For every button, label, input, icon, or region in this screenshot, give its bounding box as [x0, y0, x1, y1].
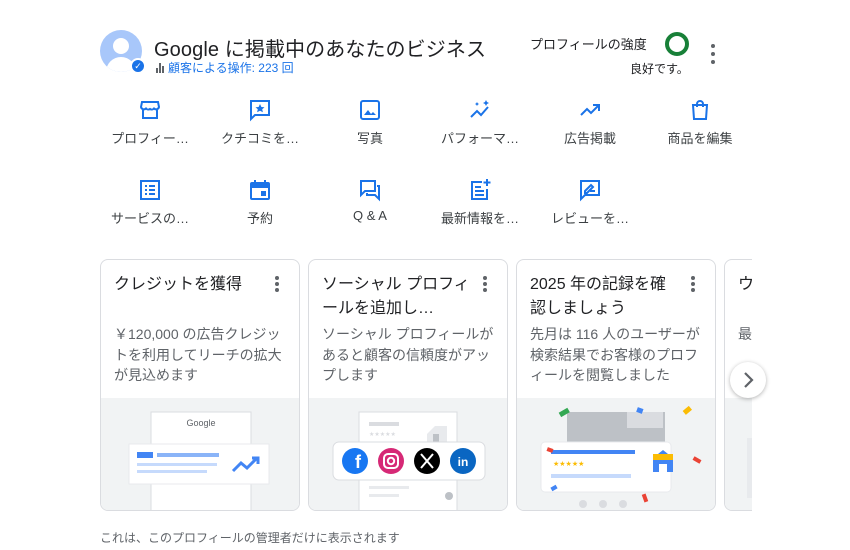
- action-reviews[interactable]: クチコミを…: [210, 94, 310, 154]
- card-year-review[interactable]: 2025 年の記録を確認しましょう 先月は 116 人のユーザーが検索結果でお客…: [516, 259, 716, 511]
- admin-visibility-note: これは、このプロフィールの管理者だけに表示されます: [100, 531, 400, 545]
- profile-strength-status: 良好です。: [630, 62, 689, 76]
- action-add-update[interactable]: 最新情報を…: [430, 174, 530, 234]
- shopping-bag-icon: [691, 100, 709, 120]
- business-header: ✓ Google に掲載中のあなたのビジネス 顧客による操作: 223 回 プロ…: [100, 30, 740, 80]
- action-label: 最新情報を…: [440, 211, 519, 226]
- action-ads[interactable]: 広告掲載: [540, 94, 640, 154]
- suggestion-cards-carousel: クレジットを獲得 ￥120,000 の広告クレジットを利用してリーチの拡大が見込…: [100, 259, 752, 511]
- card-title: 2025 年の記録を確認しましょう: [530, 276, 667, 317]
- services-list-icon: [140, 180, 160, 200]
- action-label: レビューを…: [550, 211, 629, 226]
- action-label: プロフィー…: [111, 131, 189, 146]
- card-title: ソーシャル プロフィールを追加し…: [322, 276, 470, 317]
- calendar-icon: [250, 180, 270, 200]
- customer-interactions-text[interactable]: 顧客による操作: 223 回: [168, 59, 294, 76]
- qa-chat-icon: [360, 180, 380, 202]
- card-body: ソーシャル プロフィールがあると顧客の信頼度がアップします: [322, 326, 494, 383]
- x-twitter-icon: [414, 448, 440, 474]
- action-label: Q & A: [353, 208, 387, 223]
- illustration-google-text: Google: [186, 418, 215, 428]
- action-label: 写真: [356, 131, 383, 146]
- action-label: 広告掲載: [563, 131, 616, 146]
- year-recap-illustration: ★★★★★: [517, 398, 715, 510]
- profile-strength-ring-icon[interactable]: [665, 32, 689, 56]
- action-photos[interactable]: 写真: [320, 94, 420, 154]
- action-qa[interactable]: Q & A: [320, 174, 420, 234]
- customer-interactions-link[interactable]: 顧客による操作: 223 回: [156, 59, 294, 76]
- card-title: クレジットを獲得: [114, 276, 243, 293]
- performance-sparkle-icon: [470, 100, 489, 118]
- svg-text:in: in: [458, 455, 469, 469]
- action-profile[interactable]: プロフィー…: [100, 94, 200, 154]
- card-more-button[interactable]: [483, 276, 487, 292]
- page-title: Google に掲載中のあなたのビジネス: [154, 39, 487, 61]
- action-label: 商品を編集: [667, 131, 733, 146]
- photo-icon: [360, 100, 380, 120]
- instagram-icon: [378, 448, 404, 474]
- action-bookings[interactable]: 予約: [210, 174, 310, 234]
- card-more-button[interactable]: [275, 276, 279, 292]
- profile-strength-label: プロフィールの強度: [530, 37, 647, 52]
- storefront-icon: [139, 101, 161, 119]
- verified-check-icon: ✓: [130, 58, 146, 74]
- carousel-next-button[interactable]: [730, 362, 766, 398]
- action-services[interactable]: サービスの…: [100, 174, 200, 234]
- more-options-button[interactable]: [705, 44, 721, 64]
- action-ask-reviews[interactable]: レビューを…: [540, 174, 640, 234]
- card-title: ウ図: [738, 273, 752, 297]
- review-star-icon: [250, 100, 270, 122]
- action-performance[interactable]: パフォーマ…: [430, 94, 530, 154]
- svg-text:f: f: [355, 452, 362, 472]
- card-earn-credit[interactable]: クレジットを獲得 ￥120,000 の広告クレジットを利用してリーチの拡大が見込…: [100, 259, 300, 511]
- trending-up-icon: [580, 104, 600, 116]
- card-add-social[interactable]: ソーシャル プロフィールを追加し… ソーシャル プロフィールがあると顧客の信頼度…: [308, 259, 508, 511]
- card-body: ￥120,000 の広告クレジットを利用してリーチの拡大が見込めます: [114, 326, 282, 383]
- card-body: 最ら: [738, 326, 752, 342]
- facebook-icon: f: [342, 448, 368, 474]
- card-more-button[interactable]: [691, 276, 695, 292]
- action-label: サービスの…: [110, 211, 189, 226]
- social-profiles-illustration: ★★★★★ f in: [309, 398, 507, 510]
- action-label: クチコミを…: [220, 131, 299, 146]
- partial-illustration: [725, 398, 752, 510]
- svg-text:★★★★★: ★★★★★: [369, 431, 396, 438]
- linkedin-icon: in: [450, 448, 476, 474]
- action-label: パフォーマ…: [440, 131, 519, 146]
- action-edit-products[interactable]: 商品を編集: [650, 94, 750, 154]
- chevron-right-icon: [744, 372, 754, 388]
- bar-chart-icon: [156, 62, 164, 73]
- card-body: 先月は 116 人のユーザーが検索結果でお客様のプロフィールを閲覧しました: [530, 326, 700, 383]
- ad-credit-illustration: Google: [101, 398, 299, 510]
- svg-text:★★★★★: ★★★★★: [553, 460, 584, 468]
- add-post-icon: [471, 179, 491, 200]
- action-label: 予約: [246, 211, 273, 226]
- review-edit-icon: [580, 180, 600, 202]
